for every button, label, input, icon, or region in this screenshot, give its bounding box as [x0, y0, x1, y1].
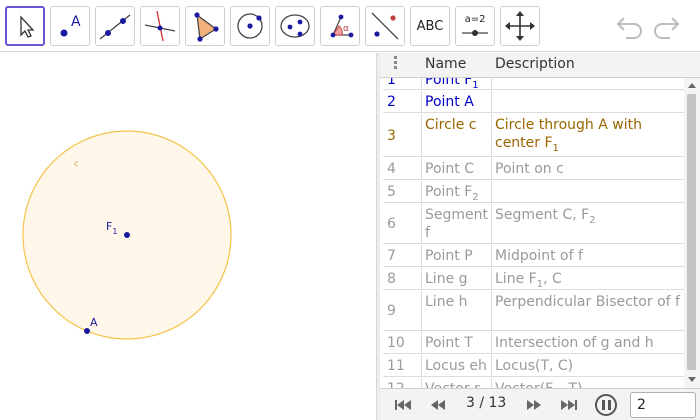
protocol-row[interactable]: 12 Vector r1Vector(F1, T) [383, 378, 684, 388]
header-name[interactable]: Name [425, 56, 466, 72]
row-name: Vector r1 [425, 380, 493, 388]
protocol-scrollbar[interactable] [684, 78, 700, 388]
protocol-row[interactable]: 10 Point T Intersection of g and h [383, 332, 684, 354]
row-description: Vector(F1, T) [495, 380, 683, 388]
step-forward-icon[interactable] [524, 399, 542, 411]
drawing-canvas[interactable]: c F1 A [0, 53, 376, 420]
row-number: 9 [387, 303, 396, 319]
row-name: Line g [425, 271, 468, 287]
row-name: Circle c [425, 117, 477, 133]
row-description: Midpoint of f [495, 248, 583, 264]
perpendicular-line-icon [144, 10, 176, 42]
row-number: 4 [387, 161, 396, 177]
protocol-row[interactable]: 4 Point C Point on c [383, 158, 684, 180]
row-number: 6 [387, 216, 396, 232]
slider-icon [462, 30, 488, 36]
svg-text:α: α [343, 24, 349, 34]
angle-tool-button[interactable]: α [320, 6, 360, 46]
row-number: 10 [387, 335, 405, 351]
row-number: 1 [387, 78, 396, 88]
row-number: 11 [387, 358, 405, 374]
protocol-row[interactable]: 8 Line g Line F1, C [383, 268, 684, 290]
point-tool-button[interactable]: A [50, 6, 90, 46]
circle-tool-button[interactable] [230, 6, 270, 46]
circle-with-center-icon [237, 13, 263, 39]
row-name: Line h [425, 294, 468, 310]
redo-icon[interactable] [650, 12, 682, 40]
graphics-view[interactable]: c F1 A [0, 53, 376, 420]
scroll-down-icon[interactable] [688, 377, 696, 382]
scrollbar-thumb[interactable] [687, 94, 696, 370]
row-number: 12 [387, 380, 405, 388]
text-tool-label: ABC [416, 19, 444, 34]
polygon-tool-button[interactable] [185, 6, 225, 46]
protocol-header: Name Description [380, 53, 700, 78]
angle-icon: α [330, 14, 354, 38]
move-view-tool-button[interactable] [500, 6, 540, 46]
ellipse-icon [280, 14, 310, 38]
protocol-row[interactable]: 5 Point F2 [383, 181, 684, 203]
scroll-up-icon[interactable] [688, 83, 696, 88]
row-name: Point P [425, 248, 473, 264]
point-a-label: A [90, 316, 98, 329]
svg-text:A: A [71, 14, 81, 30]
pause-icon [602, 400, 605, 410]
row-name: Point C [425, 161, 474, 177]
protocol-row[interactable]: 9 Line h Perpendicular Bisector of f [383, 291, 684, 331]
ellipse-tool-button[interactable] [275, 6, 315, 46]
move-tool-button[interactable] [5, 6, 45, 46]
construction-protocol: Name Description 1 Point F1 2 Point A 3 Circl… [380, 53, 700, 420]
row-description: Segment C, F2 [495, 207, 596, 226]
navigation-bar: 3 / 13 [380, 388, 700, 420]
protocol-row[interactable]: 6 Segment f Segment C, F2 [383, 204, 684, 244]
reflect-about-line-icon [371, 12, 399, 40]
step-counter: 3 / 13 [466, 395, 507, 411]
step-back-icon[interactable] [430, 399, 448, 411]
protocol-row[interactable]: 7 Point P Midpoint of f [383, 245, 684, 267]
polygon-icon [194, 12, 219, 42]
toolbar: A α ABC a=2 [0, 0, 700, 52]
undo-icon[interactable] [614, 12, 646, 40]
row-name: Segment f [425, 207, 488, 241]
header-description[interactable]: Description [495, 56, 575, 72]
row-number: 8 [387, 271, 396, 287]
line-tool-button[interactable] [95, 6, 135, 46]
perpendicular-line-tool-button[interactable] [140, 6, 180, 46]
point-icon: A [60, 14, 81, 37]
row-description: Perpendicular Bisector of f [495, 294, 680, 310]
row-number: 2 [387, 94, 396, 110]
point-f1[interactable] [124, 232, 130, 238]
protocol-row[interactable]: 1 Point F1 [383, 78, 684, 91]
protocol-rows: 1 Point F1 2 Point A 3 Circle c Circle through… [380, 78, 684, 388]
row-description: Locus(T, C) [495, 358, 574, 374]
column-menu-grip-icon[interactable] [394, 56, 397, 71]
row-number: 7 [387, 248, 396, 264]
move-arrows-icon [505, 11, 535, 41]
protocol-row[interactable]: 11 Locus eh Locus(T, C) [383, 355, 684, 377]
row-number: 5 [387, 184, 396, 200]
line-icon [99, 14, 131, 40]
protocol-row[interactable]: 3 Circle c Circle through A with center F1 [383, 114, 684, 157]
reflect-tool-button[interactable] [365, 6, 405, 46]
row-description: Intersection of g and h [495, 335, 654, 351]
pause-button[interactable] [595, 394, 617, 416]
row-number: 3 [387, 127, 396, 144]
row-description: Point on c [495, 161, 564, 177]
play-speed-input[interactable] [630, 392, 696, 418]
row-name: Locus eh [425, 358, 487, 374]
slider-tool-button[interactable]: a=2 [455, 6, 495, 46]
row-name: Point T [425, 335, 473, 351]
skip-last-icon[interactable] [560, 399, 578, 411]
arrow-pointer-icon [20, 15, 35, 38]
circle-label: c [74, 159, 78, 168]
row-name: Point A [425, 94, 474, 110]
row-description: Circle through A with center F1 [495, 117, 642, 154]
skip-first-icon[interactable] [394, 399, 412, 411]
protocol-row[interactable]: 2 Point A [383, 91, 684, 113]
text-tool-button[interactable]: ABC [410, 6, 450, 46]
